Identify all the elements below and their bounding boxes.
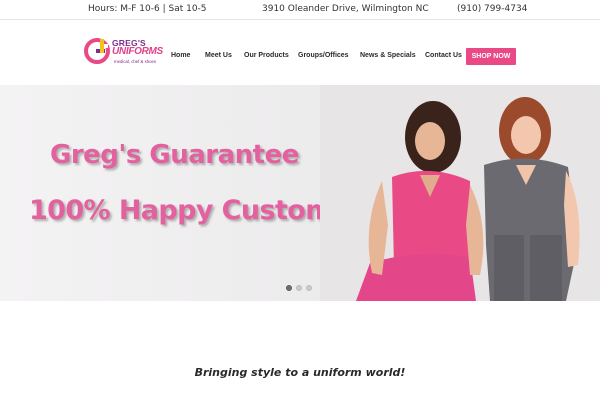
- slider-dot-3[interactable]: [306, 285, 312, 291]
- store-address[interactable]: 3910 Oleander Drive, Wilmington NC: [262, 4, 429, 14]
- nav-our-products[interactable]: Our Products: [244, 52, 289, 59]
- nav-groups-offices[interactable]: Groups/Offices: [298, 52, 349, 59]
- nav-meet-us[interactable]: Meet Us: [205, 52, 232, 59]
- slider-dots: [286, 285, 316, 291]
- store-phone[interactable]: (910) 799-4734: [457, 4, 527, 14]
- top-info-bar: Hours: M-F 10-6 | Sat 10-5 3910 Oleander…: [0, 0, 600, 20]
- store-hours: Hours: M-F 10-6 | Sat 10-5: [88, 4, 207, 14]
- nav-contact-us[interactable]: Contact Us: [425, 52, 462, 59]
- site-header: GREG'S UNIFORMS medical, chef & shoes Ho…: [0, 21, 600, 85]
- site-tagline: Bringing style to a uniform world!: [194, 366, 406, 379]
- hero-slider: Greg's Guarantee 100% Happy Customers: [0, 85, 600, 301]
- slider-dot-2[interactable]: [296, 285, 302, 291]
- hero-headline: Greg's Guarantee: [50, 140, 299, 170]
- slider-dot-1[interactable]: [286, 285, 292, 291]
- hero-models-image: [320, 85, 600, 301]
- nav-news-specials[interactable]: News & Specials: [360, 52, 416, 59]
- nav-home[interactable]: Home: [171, 52, 190, 59]
- shop-now-button[interactable]: SHOP NOW: [466, 48, 516, 65]
- main-nav: Home Meet Us Our Products Groups/Offices…: [0, 21, 600, 85]
